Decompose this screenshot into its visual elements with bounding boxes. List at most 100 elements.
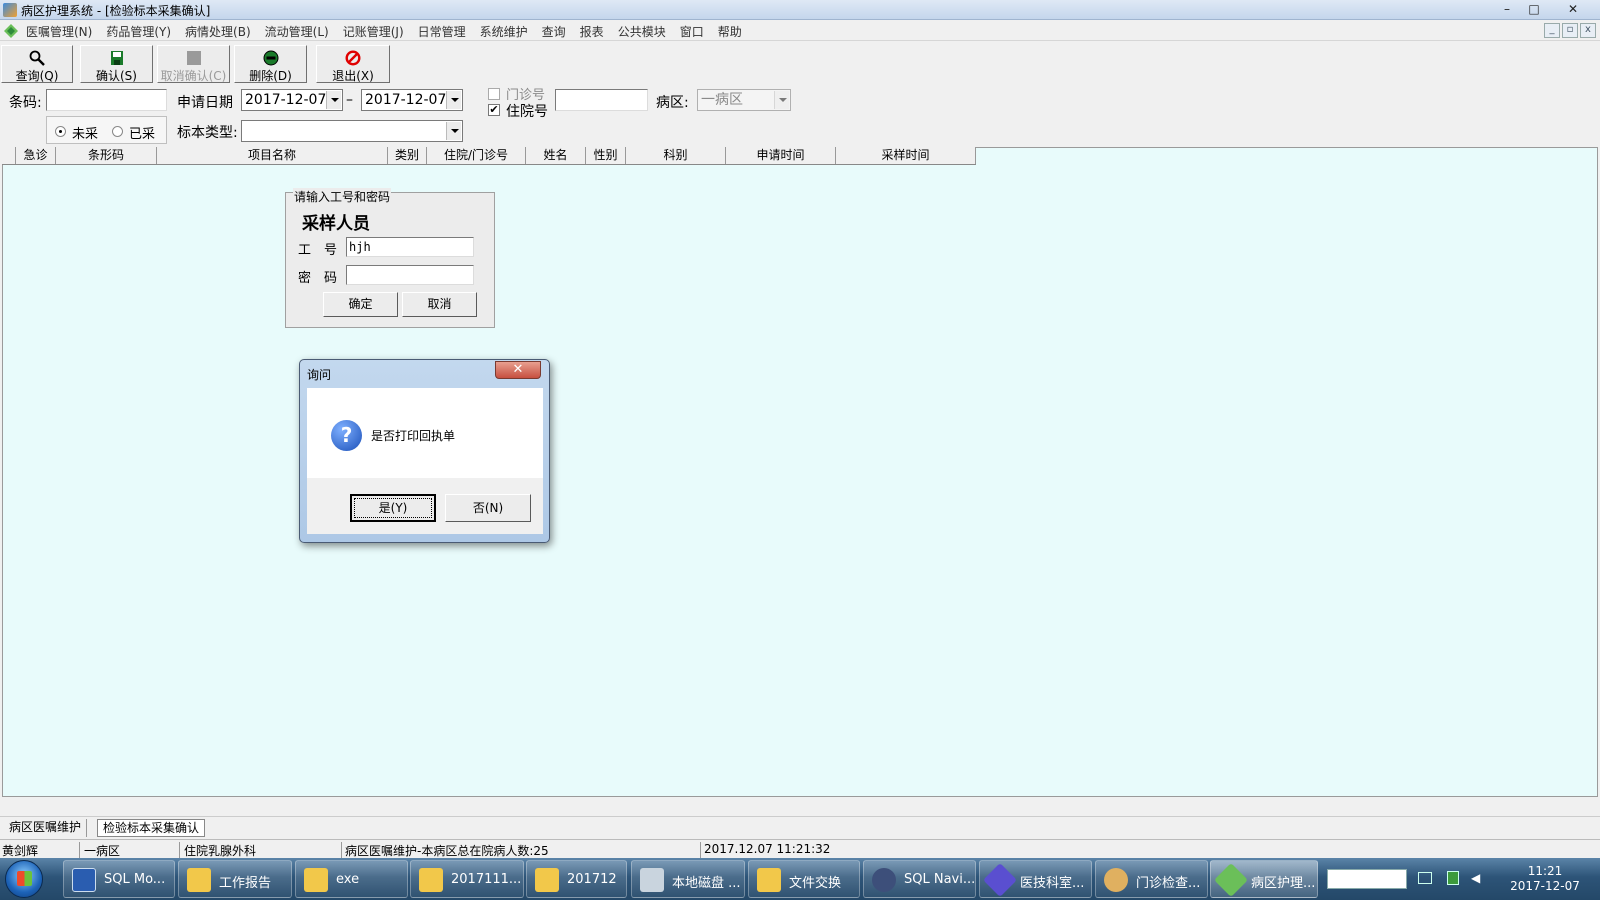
ward-label: 病区: <box>656 95 689 111</box>
volume-icon[interactable]: ◀ <box>1471 871 1485 885</box>
taskbar-item-local-disk[interactable]: 本地磁盘 ... <box>631 860 745 898</box>
grid-header-name[interactable]: 姓名 <box>526 147 586 164</box>
confirm-button[interactable]: 确认(S) <box>80 45 153 83</box>
grid-header-barcode[interactable]: 条形码 <box>56 147 157 164</box>
grid-header-gender[interactable]: 性别 <box>586 147 626 164</box>
delete-label: 删除(D) <box>249 69 292 83</box>
taskbar-label: 工作报告 <box>219 876 272 891</box>
staff-id-input[interactable]: hjh <box>346 237 474 257</box>
taskbar-item-sql-monitor[interactable]: SQL Mo... <box>63 860 175 898</box>
menu-help[interactable]: 帮助 <box>718 23 742 40</box>
delete-button[interactable]: 删除(D) <box>234 45 307 83</box>
login-cancel-button[interactable]: 取消 <box>402 292 477 317</box>
cancel-confirm-button[interactable]: 取消确认(C) <box>157 45 230 83</box>
uncollected-radio[interactable] <box>55 126 66 137</box>
mdi-close-button[interactable]: x <box>1580 23 1596 38</box>
disabled-square-icon <box>186 51 201 65</box>
network-icon[interactable] <box>1447 871 1459 885</box>
grid-header-emergency[interactable]: 急诊 <box>16 147 56 164</box>
taskbar-label: 医技科室... <box>1020 876 1085 891</box>
minimize-button[interactable]: – <box>1494 0 1520 18</box>
password-label: 密 码 <box>298 271 338 286</box>
date-separator: – <box>346 92 353 108</box>
inpatient-checkbox[interactable]: ✔ <box>488 104 500 116</box>
dialog-yes-button[interactable]: 是(Y) <box>350 494 436 522</box>
taskbar-clock[interactable]: 11:21 2017-12-07 <box>1500 864 1590 894</box>
dialog-close-button[interactable]: ✕ <box>495 361 541 379</box>
clock-date: 2017-12-07 <box>1510 879 1580 893</box>
specimen-type-dropdown-icon[interactable] <box>446 122 461 140</box>
apply-date-label: 申请日期 <box>177 95 233 111</box>
menu-items: 医嘱管理(N) 药品管理(Y) 病情处理(B) 流动管理(L) 记账管理(J) … <box>26 23 742 40</box>
menu-condition[interactable]: 病情处理(B) <box>185 23 251 40</box>
menu-system[interactable]: 系统维护 <box>480 23 528 40</box>
menu-billing[interactable]: 记账管理(J) <box>343 23 404 40</box>
folder-icon <box>419 868 443 892</box>
ward-dropdown-icon[interactable] <box>774 91 789 109</box>
barcode-label: 条码: <box>9 95 42 111</box>
dialog-no-button[interactable]: 否(N) <box>445 494 531 522</box>
menu-reports[interactable]: 报表 <box>580 23 604 40</box>
tray-input-box[interactable] <box>1327 869 1407 889</box>
grid-header-patient-no[interactable]: 住院/门诊号 <box>427 147 526 164</box>
question-icon: ? <box>331 420 362 451</box>
specimen-type-select[interactable] <box>241 120 463 142</box>
patient-number-input[interactable] <box>555 89 648 111</box>
menu-flow[interactable]: 流动管理(L) <box>265 23 329 40</box>
taskbar-item-file-exchange[interactable]: 文件交换 <box>748 860 860 898</box>
grid-header-category[interactable]: 类别 <box>388 147 427 164</box>
grid-header-indicator <box>2 147 16 164</box>
ward-select[interactable]: 一病区 <box>697 89 791 111</box>
menu-window[interactable]: 窗口 <box>680 23 704 40</box>
grid-header-apply-time[interactable]: 申请时间 <box>726 147 836 164</box>
taskbar-item-outpatient-exam[interactable]: 门诊检查... <box>1095 860 1208 898</box>
query-label: 查询(Q) <box>15 69 59 83</box>
tab-specimen-confirm[interactable]: 检验标本采集确认 <box>97 819 206 837</box>
medtech-app-icon <box>983 863 1017 897</box>
delete-icon <box>263 50 278 66</box>
query-button[interactable]: 查询(Q) <box>1 45 73 83</box>
exit-button[interactable]: 退出(X) <box>316 45 390 83</box>
taskbar-item-exe[interactable]: exe <box>295 860 408 898</box>
tab-ward-orders[interactable]: 病区医嘱维护 <box>4 819 88 837</box>
menu-public[interactable]: 公共模块 <box>618 23 666 40</box>
start-button[interactable] <box>5 860 43 898</box>
date-from-value: 2017-12-07 <box>245 92 327 108</box>
menu-daily[interactable]: 日常管理 <box>418 23 466 40</box>
taskbar-item-work-report[interactable]: 工作报告 <box>178 860 292 898</box>
taskbar-item-medtech[interactable]: 医技科室... <box>979 860 1092 898</box>
maximize-button[interactable]: □ <box>1521 0 1547 18</box>
folder-icon <box>187 868 211 892</box>
close-window-button[interactable]: ✕ <box>1560 0 1586 18</box>
keyboard-icon[interactable] <box>1418 872 1432 884</box>
barcode-input[interactable] <box>46 89 167 111</box>
inpatient-label: 住院号 <box>506 104 548 120</box>
taskbar-item-sql-navigator[interactable]: SQL Navi... <box>863 860 976 898</box>
save-icon <box>110 51 123 65</box>
taskbar-item-ward-nursing[interactable]: 病区护理... <box>1210 860 1318 898</box>
grid-header-sample-time[interactable]: 采样时间 <box>836 147 976 164</box>
date-from-picker[interactable]: 2017-12-07 <box>241 89 343 111</box>
mdi-restore-button[interactable]: ▫ <box>1562 23 1578 38</box>
specimen-type-label: 标本类型: <box>177 125 238 141</box>
folder-icon <box>535 868 559 892</box>
collected-radio[interactable] <box>112 126 123 137</box>
grid-header-department[interactable]: 科别 <box>626 147 726 164</box>
specimen-grid[interactable] <box>2 147 1598 797</box>
password-input[interactable] <box>346 265 474 285</box>
taskbar-item-folder-201712[interactable]: 201712 <box>526 860 627 898</box>
menu-query[interactable]: 查询 <box>542 23 566 40</box>
outpatient-checkbox[interactable] <box>488 88 500 100</box>
menu-drug-management[interactable]: 药品管理(Y) <box>106 23 171 40</box>
taskbar-item-folder-2017111[interactable]: 2017111... <box>410 860 524 898</box>
uncollected-label: 未采 <box>72 127 99 142</box>
mdi-minimize-button[interactable]: _ <box>1544 23 1560 38</box>
grid-header-item-name[interactable]: 项目名称 <box>157 147 388 164</box>
date-to-picker[interactable]: 2017-12-07 <box>361 89 463 111</box>
app-menu-icon[interactable] <box>4 24 18 38</box>
folder-icon <box>304 868 328 892</box>
date-from-dropdown-icon[interactable] <box>326 91 341 109</box>
date-to-dropdown-icon[interactable] <box>446 91 461 109</box>
menu-order-management[interactable]: 医嘱管理(N) <box>26 23 92 40</box>
login-ok-button[interactable]: 确定 <box>323 292 398 317</box>
